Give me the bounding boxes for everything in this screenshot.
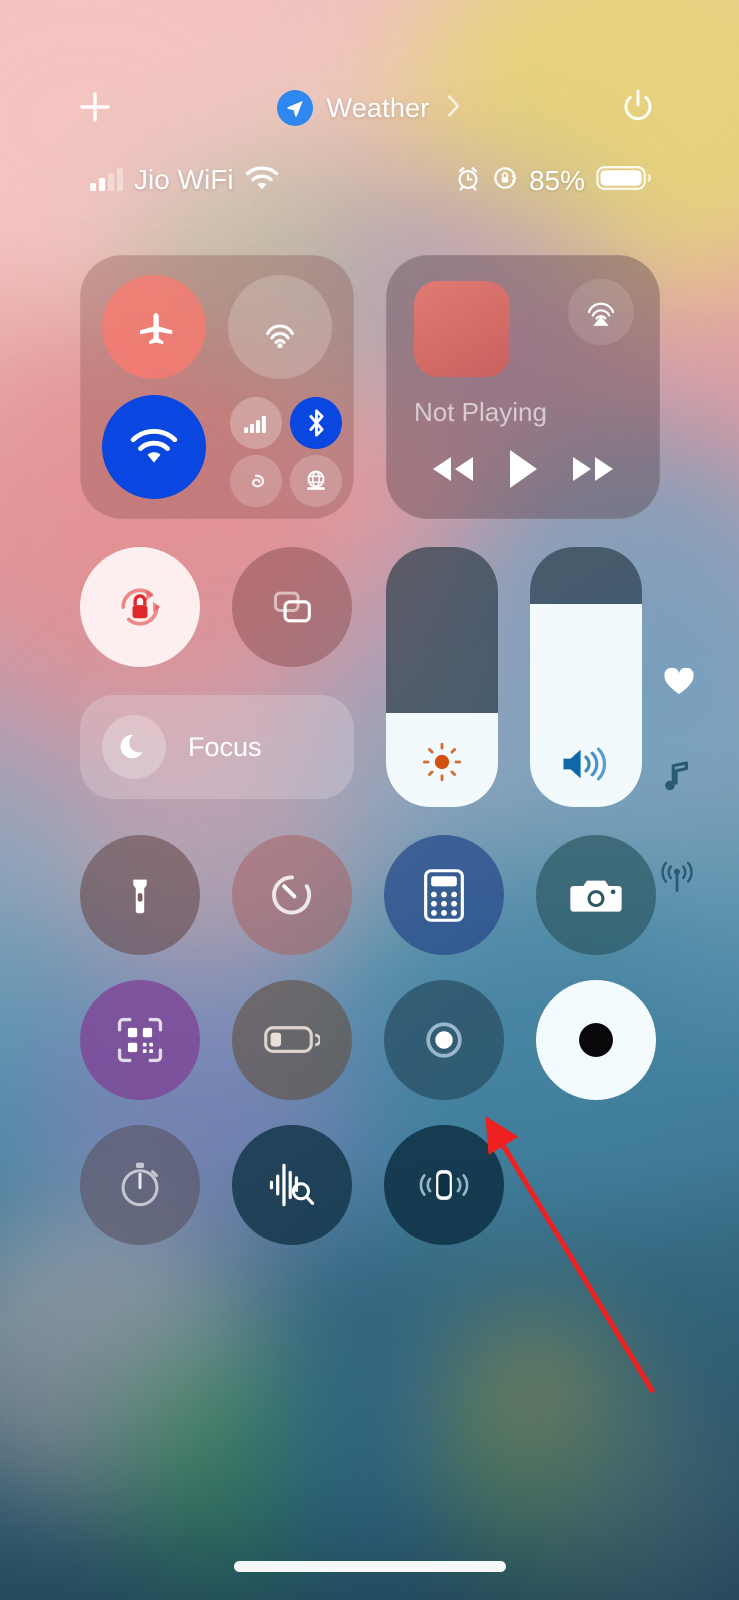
- broadcast-icon: [647, 862, 707, 894]
- rewind-icon: [433, 457, 474, 481]
- flashlight-icon: [133, 879, 147, 914]
- battery-full-icon: [596, 164, 654, 197]
- album-artwork: [414, 281, 510, 377]
- low-power-mode-button[interactable]: [232, 980, 352, 1100]
- airplay-button[interactable]: [568, 279, 634, 345]
- weather-label: Weather: [326, 92, 430, 123]
- rotation-lock-icon: [492, 165, 518, 196]
- row-display-and-sliders: Focus: [80, 547, 660, 807]
- home-indicator[interactable]: [233, 1561, 506, 1572]
- rotation-lock-button[interactable]: [80, 547, 200, 667]
- focus-label: Focus: [188, 731, 262, 762]
- weather-shortcut[interactable]: Weather: [0, 90, 739, 126]
- chevron-right-icon: [445, 93, 462, 124]
- rewind-button[interactable]: [427, 452, 479, 486]
- personal-hotspot-button[interactable]: [230, 455, 282, 507]
- volume-slider[interactable]: [530, 547, 642, 807]
- display-controls-column: Focus: [80, 547, 354, 807]
- control-center-screen: Weather Jio WiFi 85% Not Playing Focus: [0, 0, 739, 1600]
- stopwatch-icon: [121, 1162, 159, 1207]
- airplane-mode-button[interactable]: [102, 275, 206, 379]
- transport-controls: [414, 447, 632, 491]
- control-center-grid: Not Playing Focus: [80, 255, 660, 1245]
- heart-icon: [649, 668, 709, 696]
- camera-icon: [570, 880, 622, 912]
- moon-icon: [102, 715, 166, 779]
- timer-button[interactable]: [232, 835, 352, 955]
- rotation-lock-icon: [121, 588, 161, 626]
- stopwatch-button[interactable]: [80, 1125, 200, 1245]
- cellular-data-icon: [243, 415, 266, 433]
- sliders-group: [386, 547, 642, 807]
- ping-my-watch-button[interactable]: [384, 1125, 504, 1245]
- brightness-slider[interactable]: [386, 547, 498, 807]
- alarm-clock-icon: [455, 165, 481, 196]
- status-right-group: 85%: [455, 164, 654, 197]
- toggle-buttons-area: [80, 835, 660, 1245]
- flashlight-button[interactable]: [80, 835, 200, 955]
- bluetooth-button[interactable]: [290, 397, 342, 449]
- volume-speaker-icon: [530, 743, 642, 785]
- dark-mode-icon: [579, 1023, 613, 1057]
- code-scanner-button[interactable]: [80, 980, 200, 1100]
- row-modules: Not Playing: [80, 255, 660, 519]
- media-player-module[interactable]: Not Playing: [386, 255, 660, 519]
- screen-mirroring-icon: [274, 591, 311, 623]
- wifi-button[interactable]: [102, 395, 206, 499]
- camera-button[interactable]: [536, 835, 656, 955]
- fast-forward-button[interactable]: [567, 452, 619, 486]
- status-bar: Jio WiFi 85%: [0, 164, 739, 210]
- music-recognition-button[interactable]: [232, 1125, 352, 1245]
- toggle-row-1: [80, 835, 660, 955]
- qr-code-scanner-icon: [117, 1017, 163, 1063]
- airplay-icon: [587, 302, 615, 326]
- status-left-group: Jio WiFi: [90, 164, 279, 196]
- cellular-data-button[interactable]: [230, 397, 282, 449]
- calculator-button[interactable]: [384, 835, 504, 955]
- bluetooth-icon: [308, 409, 324, 437]
- wifi-icon: [130, 429, 178, 463]
- carrier-label: Jio WiFi: [134, 164, 234, 195]
- brightness-sun-icon: [386, 739, 498, 785]
- dark-mode-button[interactable]: [536, 980, 656, 1100]
- screen-recording-button[interactable]: [384, 980, 504, 1100]
- screen-mirroring-button[interactable]: [232, 547, 352, 667]
- now-playing-status: Not Playing: [414, 397, 547, 427]
- play-button[interactable]: [506, 447, 540, 491]
- vpn-globe-icon: [307, 470, 325, 490]
- airdrop-button[interactable]: [228, 275, 332, 379]
- display-toggle-pair: [80, 547, 354, 667]
- low-power-battery-icon: [264, 1026, 320, 1053]
- shazam-icon: [269, 1163, 315, 1207]
- calculator-icon: [424, 868, 464, 922]
- apple-watch-ping-icon: [419, 1170, 469, 1200]
- connectivity-module[interactable]: [80, 255, 354, 519]
- vpn-button[interactable]: [290, 455, 342, 507]
- airplane-icon: [140, 313, 173, 345]
- cellular-bars-icon: [90, 168, 123, 191]
- airdrop-icon: [266, 324, 294, 349]
- music-note-icon: [647, 760, 707, 794]
- toggle-row-3: [80, 1125, 660, 1245]
- focus-button[interactable]: Focus: [80, 695, 354, 799]
- fast-forward-icon: [572, 457, 613, 481]
- wifi-icon: [245, 165, 279, 196]
- battery-percent-label: 85%: [528, 164, 585, 196]
- hotspot-icon: [251, 474, 265, 488]
- play-icon: [509, 450, 537, 488]
- location-arrow-icon: [276, 90, 313, 126]
- toggle-row-2: [80, 980, 660, 1100]
- screen-record-icon: [426, 1022, 462, 1058]
- timer-icon: [272, 875, 312, 915]
